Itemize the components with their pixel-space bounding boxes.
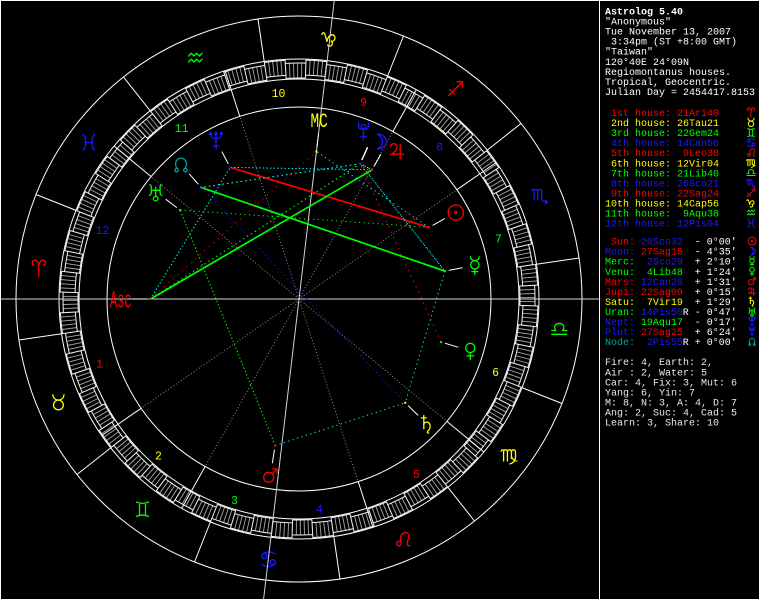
svg-text:4: 4	[316, 504, 323, 517]
svg-text:Julian Day = 2454417.8153: Julian Day = 2454417.8153	[605, 87, 755, 99]
svg-text:9: 9	[360, 97, 367, 110]
svg-text:12th house: 12Pis04: 12th house: 12Pis04	[605, 219, 719, 231]
svg-text:8: 8	[436, 141, 443, 154]
svg-text:1: 1	[96, 358, 103, 371]
svg-text:R: R	[683, 338, 689, 349]
svg-text:Node:: Node:	[605, 337, 635, 349]
svg-text:3: 3	[231, 495, 238, 508]
svg-text:12: 12	[95, 225, 109, 238]
svg-text:5: 5	[413, 469, 420, 482]
svg-text:+ 0°00': + 0°00'	[695, 337, 737, 349]
svg-text:2Pis55: 2Pis55	[641, 337, 683, 349]
svg-text:Learn: 3, Share: 10: Learn: 3, Share: 10	[605, 418, 719, 430]
svg-text:Asc: Asc	[110, 287, 132, 315]
svg-text:2: 2	[155, 451, 162, 464]
svg-text:10: 10	[272, 88, 286, 101]
svg-text:MC: MC	[311, 111, 328, 134]
svg-text:R: R	[683, 308, 689, 319]
svg-text:6: 6	[492, 367, 499, 380]
svg-text:7: 7	[495, 234, 502, 247]
svg-text:11: 11	[175, 123, 189, 136]
